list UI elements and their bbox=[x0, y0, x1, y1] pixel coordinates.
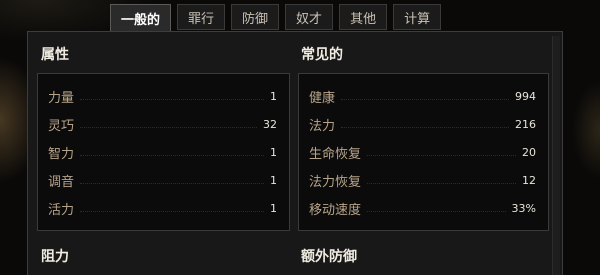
tab-general[interactable]: 一般的 bbox=[110, 4, 172, 32]
stat-row-mana-regen: 法力恢复 12 bbox=[299, 166, 548, 194]
stat-value: 32 bbox=[263, 117, 277, 131]
dotted-leader bbox=[80, 210, 264, 212]
stat-label: 力量 bbox=[48, 90, 75, 106]
dotted-leader bbox=[341, 126, 509, 128]
dotted-leader bbox=[80, 154, 264, 156]
attributes-title: 属性 bbox=[41, 47, 69, 63]
stat-row-health-regen: 生命恢复 20 bbox=[299, 138, 548, 166]
stat-row-attunement: 调音 1 bbox=[38, 166, 289, 194]
stat-row-dexterity: 灵巧 32 bbox=[38, 110, 289, 138]
stat-value: 20 bbox=[522, 145, 536, 159]
tab-defense[interactable]: 防御 bbox=[231, 4, 280, 30]
common-box: 健康 994 法力 216 生命恢复 20 法力恢复 12 移动速度 33% bbox=[298, 73, 549, 231]
stat-label: 调音 bbox=[48, 174, 75, 190]
stat-label: 生命恢复 bbox=[309, 146, 362, 162]
dotted-leader bbox=[80, 126, 257, 128]
stat-label: 健康 bbox=[309, 90, 336, 106]
stat-value: 1 bbox=[270, 145, 277, 159]
stat-value: 1 bbox=[270, 201, 277, 215]
resistance-title: 阻力 bbox=[41, 249, 69, 265]
stat-value: 1 bbox=[270, 173, 277, 187]
stat-label: 移动速度 bbox=[309, 202, 362, 218]
stat-label: 活力 bbox=[48, 202, 75, 218]
stat-value: 994 bbox=[515, 89, 536, 103]
dotted-leader bbox=[80, 182, 264, 184]
stat-label: 法力恢复 bbox=[309, 174, 362, 190]
common-title: 常见的 bbox=[301, 47, 343, 63]
stat-row-mana: 法力 216 bbox=[299, 110, 548, 138]
stat-value: 216 bbox=[515, 117, 536, 131]
stat-row-intelligence: 智力 1 bbox=[38, 138, 289, 166]
stat-row-strength: 力量 1 bbox=[38, 82, 289, 110]
tab-offense[interactable]: 罪行 bbox=[177, 4, 226, 30]
stat-row-health: 健康 994 bbox=[299, 82, 548, 110]
stat-label: 法力 bbox=[309, 118, 336, 134]
stat-row-vitality: 活力 1 bbox=[38, 194, 289, 222]
dotted-leader bbox=[367, 154, 516, 156]
attributes-box: 力量 1 灵巧 32 智力 1 调音 1 活力 1 bbox=[37, 73, 290, 231]
stat-row-move-speed: 移动速度 33% bbox=[299, 194, 548, 222]
tab-bar: 一般的 罪行 防御 奴才 其他 计算 bbox=[110, 4, 442, 32]
tab-other[interactable]: 其他 bbox=[339, 4, 388, 30]
stat-label: 智力 bbox=[48, 146, 75, 162]
dotted-leader bbox=[367, 210, 506, 212]
stat-value: 1 bbox=[270, 89, 277, 103]
dotted-leader bbox=[341, 98, 509, 100]
dotted-leader bbox=[80, 98, 264, 100]
extra-defense-title: 额外防御 bbox=[301, 249, 357, 265]
panel-scrollbar[interactable] bbox=[552, 36, 560, 275]
stat-label: 灵巧 bbox=[48, 118, 75, 134]
stat-value: 33% bbox=[511, 201, 536, 215]
tab-minions[interactable]: 奴才 bbox=[285, 4, 334, 30]
dotted-leader bbox=[367, 182, 516, 184]
tab-calculation[interactable]: 计算 bbox=[393, 4, 442, 30]
stat-value: 12 bbox=[522, 173, 536, 187]
